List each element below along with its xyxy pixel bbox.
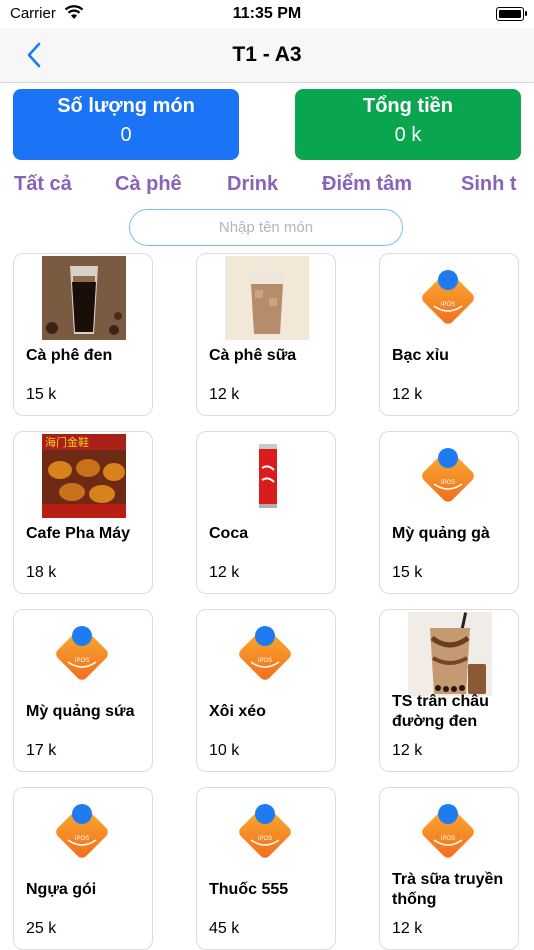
ipos-logo: IPOS: [225, 612, 309, 696]
battery-icon: [496, 7, 527, 21]
product-name: Cà phê đen: [26, 347, 113, 364]
product-name: Cafe Pha Máy: [26, 525, 131, 542]
product-name: TS trân châu đường đen: [392, 693, 489, 730]
page-title: T1 - A3: [232, 43, 302, 66]
product-name: Coca: [209, 525, 249, 542]
ipos-logo: IPOS: [408, 256, 492, 340]
ipos-logo: IPOS: [225, 790, 309, 874]
product-name: Thuốc 555: [209, 881, 289, 898]
product-price: 12 k: [392, 386, 423, 403]
coca-cola-can-photo: [225, 434, 309, 518]
product-card[interactable]: IPOS Bạc xỉu 12 k: [379, 253, 519, 416]
quantity-value: 0: [120, 124, 132, 146]
search-input[interactable]: [129, 209, 403, 246]
logo-text: IPOS: [441, 302, 455, 308]
logo-text: IPOS: [441, 480, 455, 486]
product-name: Xôi xéo: [209, 703, 266, 720]
black-coffee-photo: [42, 256, 126, 340]
product-price: 15 k: [392, 564, 423, 581]
product-price: 12 k: [209, 564, 240, 581]
product-price: 25 k: [26, 920, 57, 937]
clock: 11:35 PM: [232, 5, 302, 22]
tab-coffee[interactable]: Cà phê: [115, 173, 182, 196]
product-card[interactable]: Cà phê đen 15 k: [13, 253, 153, 416]
milk-coffee-photo: [225, 256, 309, 340]
tab-smoothie[interactable]: Sinh t: [461, 173, 517, 196]
product-card[interactable]: Coca 12 k: [196, 431, 336, 594]
product-card[interactable]: IPOS Mỳ quảng gà 15 k: [379, 431, 519, 594]
roast-duck-photo: 海门金鞋: [42, 434, 126, 518]
logo-text: IPOS: [441, 836, 455, 842]
product-card[interactable]: IPOS Ngựa gói 25 k: [13, 787, 153, 950]
product-name: Cà phê sữa: [209, 347, 297, 364]
quantity-card: Số lượng món 0: [13, 89, 239, 160]
navigation-bar: T1 - A3: [0, 28, 534, 83]
product-card[interactable]: IPOS Xôi xéo 10 k: [196, 609, 336, 772]
logo-text: IPOS: [258, 836, 272, 842]
product-name: Bạc xỉu: [392, 347, 449, 364]
logo-text: IPOS: [258, 658, 272, 664]
total-label: Tổng tiền: [363, 95, 453, 117]
product-name: Trà sữa truyền thống: [392, 871, 504, 908]
total-card: Tổng tiền 0 k: [295, 89, 521, 160]
tab-all[interactable]: Tất cả: [14, 173, 72, 196]
quantity-label: Số lượng món: [57, 95, 195, 117]
product-price: 15 k: [26, 386, 57, 403]
ipos-logo: IPOS: [408, 790, 492, 874]
product-price: 45 k: [209, 920, 240, 937]
bubble-tea-photo: [408, 612, 492, 696]
product-price: 18 k: [26, 564, 57, 581]
ipos-logo: IPOS: [42, 612, 126, 696]
product-price: 12 k: [392, 920, 423, 937]
total-value: 0 k: [394, 124, 422, 146]
product-price: 17 k: [26, 742, 57, 759]
category-tabs: Tất cả Cà phê Drink Điểm tâm Sinh t: [0, 170, 534, 202]
product-name: Mỳ quảng sứa: [26, 703, 135, 720]
product-price: 12 k: [392, 742, 423, 759]
tab-drink[interactable]: Drink: [227, 173, 278, 196]
product-card[interactable]: IPOS Thuốc 555 45 k: [196, 787, 336, 950]
product-card[interactable]: Cà phê sữa 12 k: [196, 253, 336, 416]
product-name: Ngựa gói: [26, 881, 97, 898]
product-card[interactable]: IPOS Trà sữa truyền thống 12 k: [379, 787, 519, 950]
tab-breakfast[interactable]: Điểm tâm: [322, 173, 412, 196]
status-bar: Carrier 11:35 PM: [0, 0, 534, 28]
product-price: 12 k: [209, 386, 240, 403]
product-price: 10 k: [209, 742, 240, 759]
product-card[interactable]: 海门金鞋 Cafe Pha Máy 18 k: [13, 431, 153, 594]
duck-sign-text: 海门金鞋: [45, 435, 89, 449]
ipos-logo: IPOS: [408, 434, 492, 518]
product-card[interactable]: TS trân châu đường đen 12 k: [379, 609, 519, 772]
logo-text: IPOS: [75, 658, 89, 664]
logo-text: IPOS: [75, 836, 89, 842]
product-card[interactable]: IPOS Mỳ quảng sứa 17 k: [13, 609, 153, 772]
product-name: Mỳ quảng gà: [392, 525, 490, 542]
ipos-logo: IPOS: [42, 790, 126, 874]
